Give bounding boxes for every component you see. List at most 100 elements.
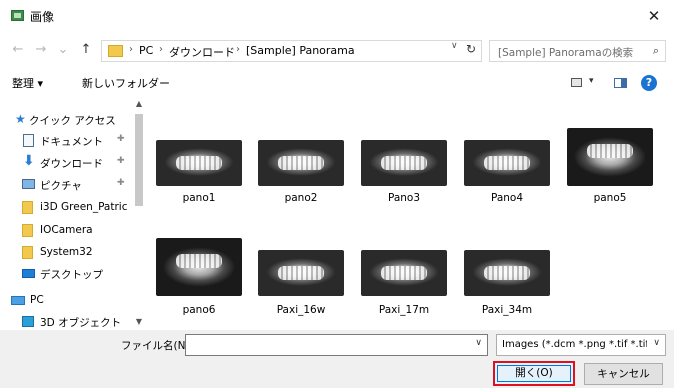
- star-icon: ★: [15, 112, 26, 126]
- sidebar-item-label: System32: [40, 246, 93, 258]
- file-thumbnail: [156, 140, 242, 186]
- file-name: pano1: [182, 192, 216, 204]
- file-item[interactable]: Pano3: [357, 128, 451, 224]
- pin-icon[interactable]: ✚: [117, 178, 125, 188]
- new-folder-button[interactable]: 新しいフォルダー: [82, 75, 170, 91]
- pictures-icon: [22, 179, 35, 189]
- file-list: pano1 pano2 Pano3 Pano4 pano5 pano6 Paxi…: [148, 98, 674, 330]
- address-dropdown-icon[interactable]: ∨: [451, 41, 458, 51]
- file-name: Pano4: [490, 192, 524, 204]
- sidebar-item-i3d-green-patric[interactable]: i3D Green_Patric: [0, 198, 140, 217]
- cancel-button[interactable]: キャンセル: [584, 363, 663, 385]
- breadcrumb-separator: ›: [159, 44, 163, 55]
- address-box[interactable]: › PC › ダウンロード › [Sample] Panorama: [101, 40, 482, 62]
- navigation-pane: ★ クイック アクセス ドキュメント ✚ ⬇ ダウンロード ✚ ピクチャ ✚ i…: [0, 98, 146, 330]
- breadcrumb-pc[interactable]: PC: [139, 44, 153, 57]
- folder-icon: [108, 45, 123, 57]
- sidebar-item-documents[interactable]: ドキュメント ✚: [0, 131, 140, 150]
- sidebar-item-label: デスクトップ: [40, 269, 103, 281]
- file-thumbnail: [361, 250, 447, 296]
- file-item[interactable]: pano2: [254, 128, 348, 224]
- sidebar-item-label: クイック アクセス: [29, 115, 116, 127]
- file-item[interactable]: Pano4: [460, 128, 554, 224]
- open-button[interactable]: 開く(O): [493, 361, 575, 386]
- file-item[interactable]: Paxi_17m: [357, 234, 451, 330]
- search-icon[interactable]: ⌕: [653, 44, 659, 58]
- file-name: pano2: [284, 192, 318, 204]
- file-item[interactable]: Paxi_34m: [460, 234, 554, 330]
- up-arrow-icon[interactable]: ↑: [78, 42, 94, 60]
- file-item[interactable]: pano6: [152, 234, 246, 330]
- breadcrumb-separator: ›: [236, 44, 240, 55]
- file-thumbnail: [464, 250, 550, 296]
- file-thumbnail: [156, 238, 242, 296]
- 3d-objects-icon: [22, 316, 34, 327]
- sidebar-item-quick-access[interactable]: ★ クイック アクセス: [0, 110, 140, 129]
- sidebar-scrollbar[interactable]: ▲ ▼: [133, 98, 145, 330]
- sidebar-item-pictures[interactable]: ピクチャ ✚: [0, 175, 140, 194]
- command-toolbar: 整理 ▾ 新しいフォルダー ▾ ?: [0, 70, 674, 96]
- folder-icon: [22, 201, 33, 214]
- close-button[interactable]: ✕: [634, 0, 674, 32]
- file-name: pano6: [182, 304, 216, 316]
- sidebar-item-label: ダウンロード: [40, 158, 103, 170]
- help-icon[interactable]: ?: [641, 75, 657, 91]
- pin-icon[interactable]: ✚: [117, 156, 125, 166]
- file-name: Pano3: [387, 192, 421, 204]
- organize-menu-button[interactable]: 整理 ▾: [12, 75, 43, 91]
- image-app-icon: [11, 10, 24, 21]
- title-bar: 画像 ✕: [0, 0, 674, 32]
- chevron-down-icon[interactable]: ∨: [653, 338, 660, 348]
- preview-pane-icon[interactable]: [614, 78, 627, 88]
- file-name: Paxi_17m: [378, 304, 430, 316]
- file-thumbnail: [258, 140, 344, 186]
- sidebar-item-label: i3D Green_Patric: [40, 201, 128, 213]
- sidebar-item-desktop[interactable]: デスクトップ: [0, 264, 140, 283]
- breadcrumb-separator: ›: [129, 44, 133, 55]
- folder-icon: [22, 224, 33, 237]
- sidebar-item-system32[interactable]: System32: [0, 243, 140, 262]
- sidebar-item-iocamera[interactable]: IOCamera: [0, 221, 140, 240]
- search-input[interactable]: [Sample] Panoramaの検索 ⌕: [489, 40, 666, 62]
- file-item[interactable]: Paxi_16w: [254, 234, 348, 330]
- file-type-value: Images (*.dcm *.png *.tif *.tiff *.: [502, 339, 647, 350]
- scroll-down-icon[interactable]: ▼: [133, 316, 145, 328]
- open-button-label: 開く(O): [497, 365, 571, 382]
- view-options-icon[interactable]: [571, 78, 582, 87]
- download-icon: ⬇: [23, 153, 35, 169]
- back-arrow-icon[interactable]: ←: [10, 42, 26, 60]
- pc-icon: [11, 296, 25, 305]
- filename-dropdown-icon[interactable]: ∨: [475, 338, 482, 348]
- sidebar-item-label: PC: [30, 294, 44, 306]
- scroll-up-icon[interactable]: ▲: [133, 98, 145, 110]
- sidebar-item-label: 3D オブジェクト: [40, 317, 122, 329]
- pin-icon[interactable]: ✚: [117, 134, 125, 144]
- file-thumbnail: [464, 140, 550, 186]
- forward-arrow-icon[interactable]: →: [33, 42, 49, 60]
- folder-icon: [22, 246, 33, 259]
- file-name: Paxi_16w: [276, 304, 326, 316]
- filename-input[interactable]: [186, 335, 466, 355]
- file-thumbnail: [361, 140, 447, 186]
- filename-field[interactable]: ∨: [185, 334, 488, 356]
- address-bar-row: ← → ⌄ ↑ › PC › ダウンロード › [Sample] Panoram…: [0, 38, 674, 64]
- file-thumbnail: [567, 128, 653, 186]
- file-name: Paxi_34m: [481, 304, 533, 316]
- scroll-thumb[interactable]: [135, 114, 143, 206]
- refresh-icon[interactable]: ↻: [462, 40, 480, 58]
- file-type-select[interactable]: Images (*.dcm *.png *.tif *.tiff *. ∨: [496, 334, 666, 356]
- sidebar-item-label: ドキュメント: [40, 136, 103, 148]
- window-title: 画像: [30, 10, 55, 24]
- file-item[interactable]: pano1: [152, 128, 246, 224]
- file-item[interactable]: pano5: [563, 128, 657, 224]
- sidebar-item-downloads[interactable]: ⬇ ダウンロード ✚: [0, 153, 140, 172]
- sidebar-item-3d-objects[interactable]: 3D オブジェクト: [0, 312, 140, 331]
- view-dropdown-icon[interactable]: ▾: [589, 76, 594, 86]
- search-placeholder: [Sample] Panoramaの検索: [498, 47, 634, 59]
- recent-locations-icon[interactable]: ⌄: [55, 42, 71, 60]
- breadcrumb-sample-panorama[interactable]: [Sample] Panorama: [246, 44, 355, 57]
- dialog-footer: ファイル名(N): ∨ Images (*.dcm *.png *.tif *.…: [0, 330, 674, 388]
- file-name: pano5: [593, 192, 627, 204]
- sidebar-item-pc[interactable]: PC: [0, 291, 140, 310]
- breadcrumb-downloads[interactable]: ダウンロード: [169, 44, 235, 60]
